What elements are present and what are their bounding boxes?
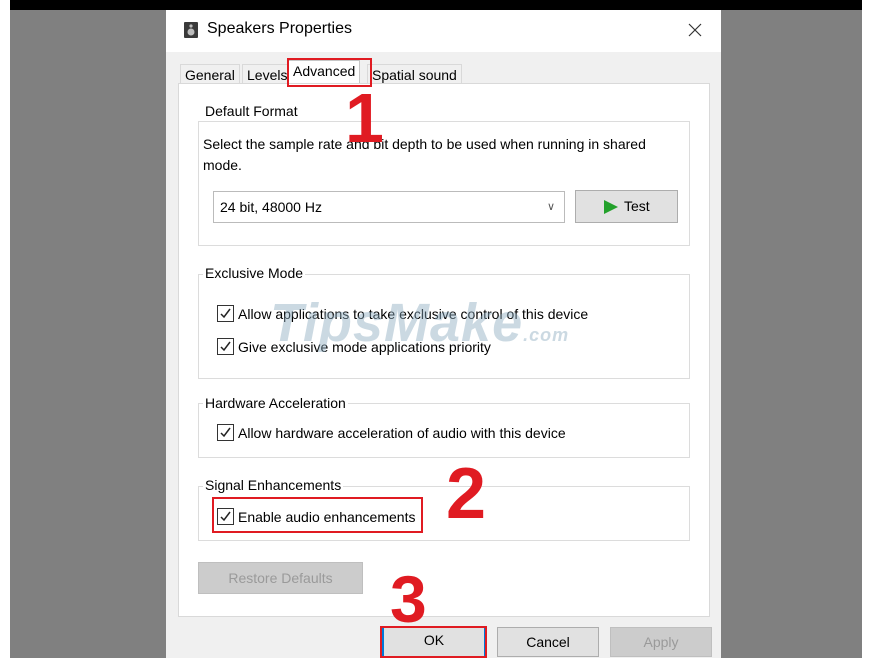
hardware-acceleration-option-label: Allow hardware acceleration of audio wit…	[238, 425, 566, 441]
exclusive-priority-label: Give exclusive mode applications priorit…	[238, 339, 491, 355]
restore-defaults-button[interactable]: Restore Defaults	[198, 562, 363, 594]
default-format-label: Default Format	[203, 103, 300, 119]
speaker-icon	[184, 22, 198, 38]
exclusive-mode-group	[198, 274, 690, 379]
exclusive-mode-label: Exclusive Mode	[203, 265, 306, 281]
tab-levels[interactable]: Levels	[242, 64, 293, 85]
hardware-acceleration-label: Hardware Acceleration	[203, 395, 348, 411]
background-left	[10, 10, 166, 658]
enable-audio-enhancements-checkbox[interactable]: Enable audio enhancements	[217, 507, 417, 527]
tab-general[interactable]: General	[180, 64, 240, 85]
checkbox-checked-icon	[217, 508, 234, 525]
chevron-down-icon: ∨	[546, 201, 555, 213]
exclusive-control-checkbox[interactable]: Allow applications to take exclusive con…	[217, 304, 617, 324]
step-1-number: 1	[345, 79, 384, 157]
close-icon[interactable]	[677, 14, 713, 46]
checkbox-checked-icon	[217, 424, 234, 441]
speakers-properties-dialog: Speakers Properties General Levels Advan…	[166, 10, 721, 658]
enable-audio-enhancements-label: Enable audio enhancements	[238, 509, 416, 525]
exclusive-priority-checkbox[interactable]: Give exclusive mode applications priorit…	[217, 337, 517, 357]
checkbox-checked-icon	[217, 305, 234, 322]
step-2-number: 2	[446, 454, 487, 534]
test-button[interactable]: Test	[575, 190, 678, 223]
cancel-button[interactable]: Cancel	[497, 627, 599, 657]
background-right	[721, 10, 870, 658]
page-margin-right	[862, 0, 870, 658]
step-3-number: 3	[390, 562, 427, 636]
hardware-acceleration-checkbox[interactable]: Allow hardware acceleration of audio wit…	[217, 423, 597, 443]
checkbox-checked-icon	[217, 338, 234, 355]
format-select[interactable]: 24 bit, 48000 Hz ∨	[213, 191, 565, 223]
tab-strip: General Levels Advanced Spatial sound	[180, 60, 720, 85]
title-bar: Speakers Properties	[166, 10, 721, 52]
exclusive-control-label: Allow applications to take exclusive con…	[238, 306, 589, 322]
default-format-description: Select the sample rate and bit depth to …	[203, 136, 646, 173]
page-margin-left	[0, 0, 10, 658]
signal-enhancements-label: Signal Enhancements	[203, 477, 344, 493]
top-border	[0, 0, 870, 10]
play-icon	[604, 200, 618, 214]
window-title: Speakers Properties	[207, 20, 352, 37]
format-select-value: 24 bit, 48000 Hz	[220, 199, 322, 215]
test-button-label: Test	[624, 198, 650, 214]
apply-button[interactable]: Apply	[610, 627, 712, 657]
